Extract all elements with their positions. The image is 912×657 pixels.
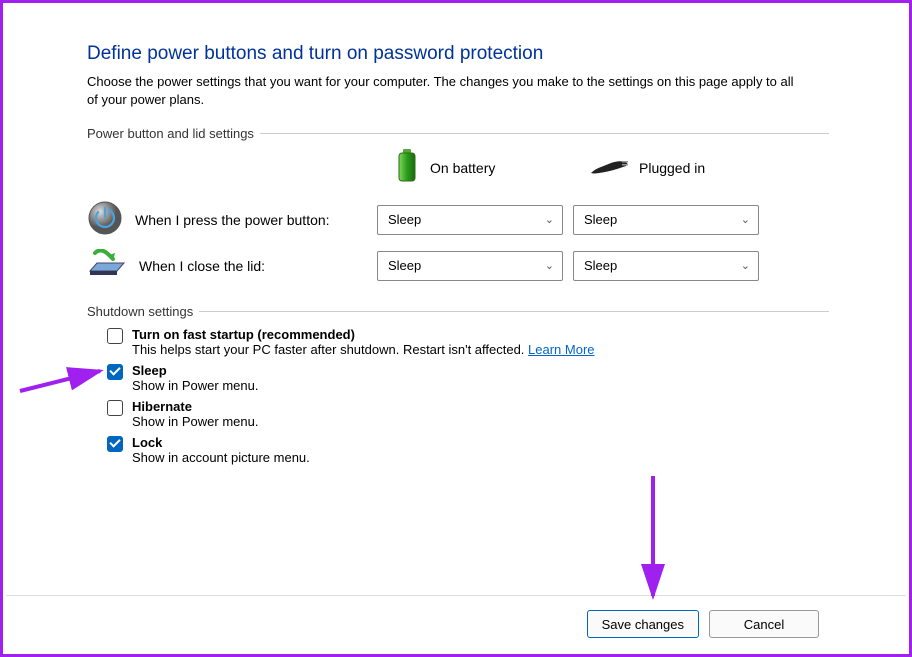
column-on-battery: On battery — [394, 149, 589, 186]
fast-startup-label: Turn on fast startup (recommended) — [132, 327, 595, 342]
lock-desc: Show in account picture menu. — [132, 450, 310, 465]
chevron-down-icon: ⌄ — [741, 259, 750, 272]
chevron-down-icon: ⌄ — [545, 213, 554, 226]
chevron-down-icon: ⌄ — [741, 213, 750, 226]
section-power-lid-label: Power button and lid settings — [87, 126, 254, 141]
window-frame: Define power buttons and turn on passwor… — [0, 0, 912, 657]
lock-checkbox[interactable] — [107, 436, 123, 452]
hibernate-checkbox[interactable] — [107, 400, 123, 416]
annotation-arrow-icon — [628, 471, 678, 611]
hibernate-desc: Show in Power menu. — [132, 414, 258, 429]
column-on-battery-label: On battery — [430, 160, 495, 176]
column-plugged-in: Plugged in — [589, 155, 784, 180]
cancel-button[interactable]: Cancel — [709, 610, 819, 638]
select-value: Sleep — [388, 258, 421, 273]
footer-divider — [6, 595, 906, 596]
power-button-on-battery-select[interactable]: Sleep ⌄ — [377, 205, 563, 235]
power-button-plugged-select[interactable]: Sleep ⌄ — [573, 205, 759, 235]
page-description: Choose the power settings that you want … — [87, 73, 807, 108]
fast-startup-desc: This helps start your PC faster after sh… — [132, 342, 595, 357]
lid-on-battery-select[interactable]: Sleep ⌄ — [377, 251, 563, 281]
lock-label: Lock — [132, 435, 310, 450]
select-value: Sleep — [584, 258, 617, 273]
column-plugged-in-label: Plugged in — [639, 160, 705, 176]
save-button[interactable]: Save changes — [587, 610, 699, 638]
section-power-lid-header: Power button and lid settings — [87, 126, 829, 141]
plug-icon — [589, 155, 629, 180]
sleep-checkbox[interactable] — [107, 364, 123, 380]
power-button-label: When I press the power button: — [135, 212, 330, 228]
sleep-desc: Show in Power menu. — [132, 378, 258, 393]
sleep-label: Sleep — [132, 363, 258, 378]
select-value: Sleep — [584, 212, 617, 227]
learn-more-link[interactable]: Learn More — [528, 342, 594, 357]
lid-label: When I close the lid: — [139, 258, 265, 274]
power-button-icon — [87, 200, 123, 239]
page-title: Define power buttons and turn on passwor… — [87, 43, 829, 65]
section-shutdown-label: Shutdown settings — [87, 304, 193, 319]
lid-plugged-select[interactable]: Sleep ⌄ — [573, 251, 759, 281]
chevron-down-icon: ⌄ — [545, 259, 554, 272]
lid-icon — [87, 249, 127, 282]
section-shutdown-header: Shutdown settings — [87, 304, 829, 319]
battery-icon — [394, 149, 420, 186]
hibernate-label: Hibernate — [132, 399, 258, 414]
fast-startup-checkbox[interactable] — [107, 328, 123, 344]
select-value: Sleep — [388, 212, 421, 227]
